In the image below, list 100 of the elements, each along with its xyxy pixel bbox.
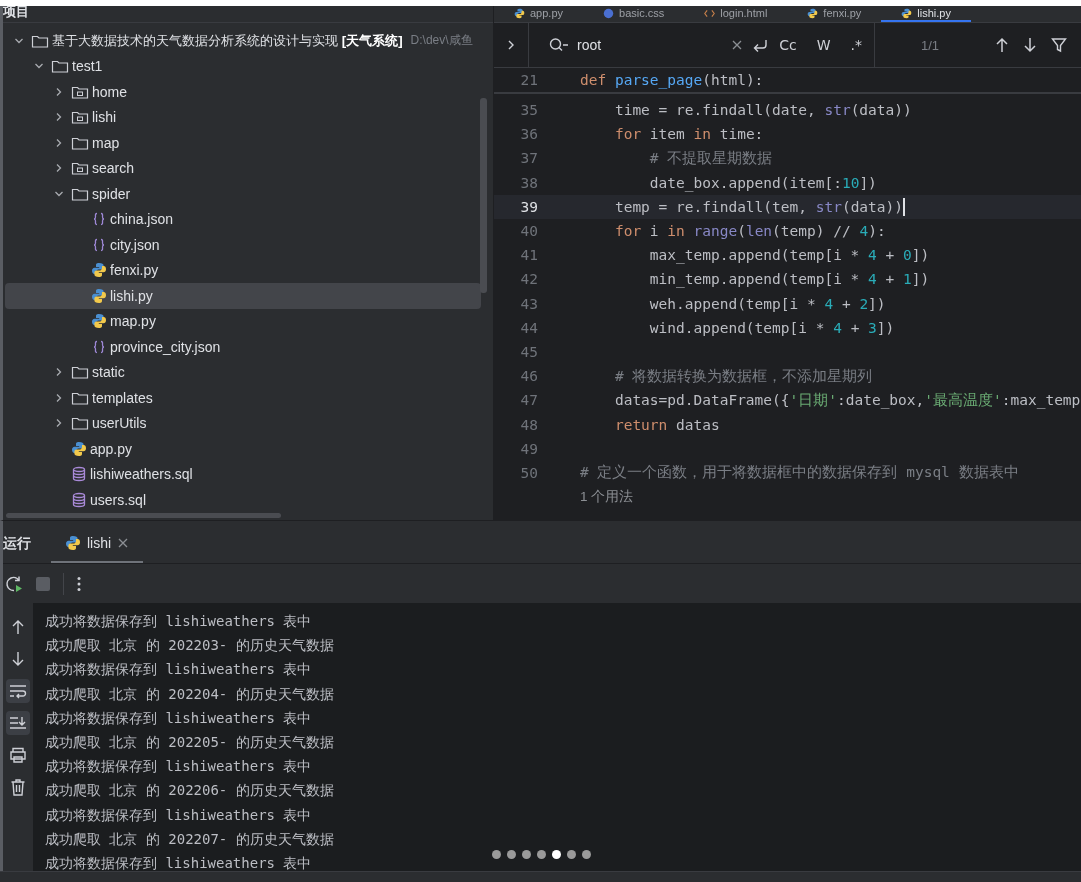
line-number: 44 [519,319,539,336]
line-number: 43 [519,295,539,312]
page-dot[interactable] [537,850,546,859]
braces-icon [91,338,107,355]
editor-tab[interactable]: fenxi.py [787,6,882,22]
search-option[interactable]: .* [850,37,862,53]
line-number: 35 [519,102,539,119]
python-file-icon [901,7,913,19]
console-line: 成功将数据保存到 lishiweathers 表中 [45,757,312,777]
more-icon[interactable] [76,575,82,592]
tree-item[interactable]: city.json [5,232,481,258]
tree-item[interactable]: lishi.py [5,283,481,309]
tree-item[interactable]: fenxi.py [5,257,481,283]
chevron-icon[interactable] [54,392,64,403]
scrollbar[interactable] [6,513,281,518]
search-option[interactable]: Cc [779,37,797,53]
tree-item[interactable]: lishiweathers.sql [5,461,481,487]
console-line: 成功爬取 北京 的 202206- 的历史天气数据 [45,781,334,801]
run-tab[interactable]: lishi [51,525,144,563]
code-line: datas=pd.DataFrame({'日期':date_box,'最高温度':max_temp [613,390,1081,410]
tree-item[interactable]: china.json [5,206,481,232]
arrow-down-icon[interactable] [10,650,26,668]
tree-item[interactable]: search [5,155,481,181]
line-number: 47 [519,392,539,409]
code-line: time = re.findall(date, str(data)) [613,102,912,119]
tree-item[interactable]: home [5,79,481,105]
console-line: 成功将数据保存到 lishiweathers 表中 [45,612,312,631]
line-number: 45 [519,343,539,360]
scrollbar[interactable] [480,98,487,293]
match-count: 1/1 [874,23,985,67]
close-icon[interactable] [117,537,130,549]
code-line: return datas [613,416,720,433]
tree-item[interactable]: test1 [5,53,481,79]
tree-item[interactable]: static [5,359,481,385]
tree-item[interactable]: 基于大数据技术的天气数据分析系统的设计与实现 [天气系统] D:\dev\咸鱼 [5,28,491,54]
filter-icon[interactable] [1051,37,1067,53]
tree-item[interactable]: map.py [5,308,481,334]
tree-item[interactable]: userUtils [5,410,481,436]
page-dot[interactable] [522,850,531,859]
folder-icon [71,364,89,381]
folder-icon [51,58,69,75]
braces-icon [91,211,107,228]
tree-item[interactable]: users.sql [5,487,481,513]
panel-title: 项目 [3,6,493,23]
chevron-icon[interactable] [54,367,64,378]
tree-item[interactable]: map [5,130,481,156]
page-dot[interactable] [552,850,561,859]
tree-item[interactable]: spider [5,181,481,207]
code-line: # 将数据转换为数据框，不添加星期列 [613,366,873,386]
search-option[interactable]: W [816,37,831,53]
editor-tab[interactable]: app.py [494,6,584,22]
console-line: 成功爬取 北京 的 202207- 的历史天气数据 [45,829,334,849]
console-line: 成功爬取 北京 的 202204- 的历史天气数据 [45,684,334,704]
braces-icon [91,236,107,253]
project-path: D:\dev\咸鱼 [410,32,473,50]
database-icon [71,466,87,483]
python-file-icon [91,287,107,304]
chevron-icon[interactable] [54,418,64,429]
usage-hint[interactable]: 1 个用法 [494,485,1081,509]
arrow-down-icon[interactable] [1023,37,1037,53]
database-icon [71,491,87,508]
line-number: 42 [519,271,539,288]
arrow-up-icon[interactable] [995,37,1009,53]
page-dot[interactable] [582,850,591,859]
line-number: 21 [519,72,539,88]
python-file-icon [807,7,819,19]
arrow-up-icon[interactable] [10,618,26,636]
line-number: 37 [519,150,539,167]
rerun-icon[interactable] [5,574,23,593]
tree-item[interactable]: app.py [5,436,481,462]
search-icon[interactable] [549,37,569,53]
editor-tab[interactable]: basic.css [583,6,685,22]
page-dot[interactable] [567,850,576,859]
text-cursor [903,197,905,216]
code-line: date_box.append(item[:10]) [648,174,877,191]
tree-item[interactable]: province_city.json [5,334,481,360]
line-number: 41 [519,247,539,264]
close-icon[interactable] [731,39,744,51]
code-line: for i in range(len(temp) // 4): [613,223,886,240]
page-dot[interactable] [492,850,501,859]
folder-icon [71,415,89,432]
tree-item[interactable]: lishi [5,104,481,130]
page-dot[interactable] [507,850,516,859]
trash-icon[interactable] [10,778,26,796]
chevron-icon[interactable] [54,163,64,174]
tree-item[interactable]: templates [5,385,481,411]
chevron-icon[interactable] [54,86,64,97]
code-line: min_temp.append(temp[i * 4 + 1]) [648,271,930,288]
chevron-icon[interactable] [506,39,516,51]
search-field[interactable]: root [577,37,724,53]
code-line: weh.append(temp[i * 4 + 2]) [648,295,886,312]
print-icon[interactable] [9,747,27,763]
editor-tab[interactable]: login.html [684,6,788,22]
package-folder-icon [71,109,89,126]
chevron-icon[interactable] [54,137,64,148]
code-line: max_temp.append(temp[i * 4 + 0]) [648,247,930,264]
python-file-icon [514,7,525,19]
chevron-icon[interactable] [54,112,64,123]
code-line: # 定义一个函数，用于将数据框中的数据保存到 mysql 数据表中 [580,463,1019,483]
line-number: 50 [519,464,539,481]
